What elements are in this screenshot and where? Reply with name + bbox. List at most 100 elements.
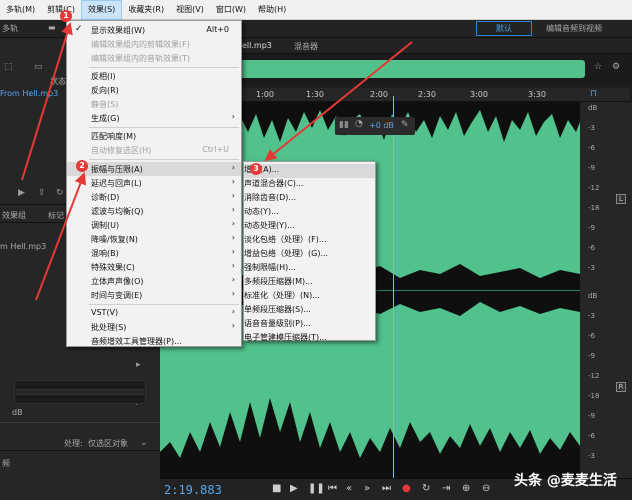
- file-list-item[interactable]: From Hell.mp3: [0, 89, 58, 98]
- db-label: -9: [588, 352, 595, 360]
- effects-dropdown-menu: ✓ 显示效果组(W) Alt+0 编辑效果组内的剪辑效果(F) 编辑效果组内的音…: [66, 20, 242, 347]
- chevron-right-icon: ›: [231, 321, 235, 330]
- menu-item-diagnostics[interactable]: 诊断(D) ›: [67, 190, 241, 204]
- menu-view[interactable]: 视图(V): [170, 0, 210, 20]
- output-meter: [14, 394, 146, 404]
- menu-item-special[interactable]: 特殊效果(C) ›: [67, 260, 241, 274]
- workspace-default-tab[interactable]: 默认: [476, 21, 532, 36]
- db-label: -6: [588, 332, 595, 340]
- pause-icon[interactable]: ❚❚: [308, 483, 325, 494]
- menu-item-vst[interactable]: VST(V) ›: [67, 306, 241, 320]
- menu-multitrack[interactable]: 多轨(M): [0, 0, 41, 20]
- submenu-item-dynamics-processing[interactable]: 动态处理(Y)...: [244, 220, 375, 234]
- go-end-icon[interactable]: ⏭: [382, 483, 391, 494]
- db-scale: dB -3 -6 -9 -12 -18 -9 -6 -3 L dB -3 -6 …: [580, 102, 632, 478]
- submenu-item-channel-mixer[interactable]: 声道混合器(C)...: [244, 178, 375, 192]
- workspace-edit-video-tab[interactable]: 编辑音频到视频: [546, 23, 602, 34]
- menu-item-show-effects-rack[interactable]: ✓ 显示效果组(W) Alt+0: [67, 23, 241, 37]
- menu-item-time-pitch[interactable]: 时间与变调(E) ›: [67, 288, 241, 302]
- import-icon[interactable]: ⬚: [4, 62, 13, 72]
- zoom-out-icon[interactable]: ⊖: [482, 483, 490, 494]
- submenu-item-multiband-compressor[interactable]: 多频段压缩器(M)...: [244, 276, 375, 290]
- tab-effects-rack[interactable]: 效果组: [2, 210, 26, 221]
- hud-volume[interactable]: ▮▮ ◔ +0 dB ✎: [335, 117, 415, 135]
- chevron-right-icon: ›: [231, 247, 235, 256]
- ruler-label: 2:30: [418, 90, 436, 99]
- settings-icon[interactable]: ⚙: [612, 62, 620, 72]
- menu-item-amplitude-compression[interactable]: 振幅与压限(A) ›: [67, 162, 241, 176]
- menu-help[interactable]: 帮助(H): [252, 0, 292, 20]
- level-icon: ▮▮: [339, 120, 349, 130]
- overview-waveform[interactable]: [225, 60, 585, 78]
- menu-item-plugin-manager[interactable]: 音频增效工具管理器(P)...: [67, 334, 241, 348]
- submenu-item-single-band-compressor[interactable]: 单频段压缩器(S)...: [244, 304, 375, 318]
- chevron-right-icon: ›: [231, 205, 235, 214]
- menu-item-stereo-imagery[interactable]: 立体声声像(O) ›: [67, 274, 241, 288]
- play-icon[interactable]: ▶: [18, 188, 25, 198]
- menu-item-invert[interactable]: 反相(I): [67, 69, 241, 83]
- chevron-right-icon: ›: [231, 261, 235, 270]
- menu-item-silence[interactable]: 静音(S): [67, 97, 241, 111]
- loop-icon[interactable]: ↻: [422, 483, 430, 494]
- submenu-item-normalize[interactable]: 标准化（处理）(N)...: [244, 290, 375, 304]
- submenu-item-deesser[interactable]: 消除齿音(D)...: [244, 192, 375, 206]
- submenu-item-tube-compressor[interactable]: 电子管建模压缩器(T)...: [244, 332, 375, 342]
- submenu-item-dynamics[interactable]: 动态(Y)...: [244, 206, 375, 220]
- record-icon[interactable]: ●: [402, 483, 411, 494]
- menu-effects[interactable]: 效果(S): [80, 0, 123, 20]
- channel-left-toggle[interactable]: L: [616, 194, 626, 204]
- pin-icon[interactable]: ✎: [401, 120, 409, 130]
- db-label: -6: [588, 244, 595, 252]
- submenu-item-gain-envelope[interactable]: 增益包络（处理）(G)...: [244, 248, 375, 262]
- menu-item-generate[interactable]: 生成(G) ›: [67, 111, 241, 125]
- menu-item-noise-reduction[interactable]: 降噪/恢复(N) ›: [67, 232, 241, 246]
- ruler-label: 1:00: [256, 90, 274, 99]
- menu-item-filter-eq[interactable]: 滤波与均衡(Q) ›: [67, 204, 241, 218]
- menu-item-delay-echo[interactable]: 延迟与回声(L) ›: [67, 176, 241, 190]
- playhead[interactable]: [393, 96, 394, 486]
- zoom-icon[interactable]: ☆: [594, 62, 602, 72]
- menu-favorites[interactable]: 收藏夹(R): [122, 0, 170, 20]
- chevron-right-icon[interactable]: ▸: [136, 360, 141, 370]
- zoom-in-icon[interactable]: ⊕: [462, 483, 470, 494]
- menu-item-batch[interactable]: 批处理(S) ›: [67, 320, 241, 334]
- menu-window[interactable]: 窗口(W): [210, 0, 252, 20]
- tab-markers[interactable]: 标记: [48, 210, 64, 221]
- mix-slider[interactable]: [0, 422, 160, 423]
- multitrack-view-button[interactable]: 多轨: [2, 23, 18, 34]
- skip-icon[interactable]: ⇥: [442, 483, 450, 494]
- volume-knob-icon[interactable]: ◔: [355, 119, 363, 129]
- process-label: 处理:: [64, 439, 83, 448]
- submenu-item-speech-volume-leveler[interactable]: 语音音量级别(P)...: [244, 318, 375, 332]
- step-badge: 1: [60, 10, 72, 22]
- db-label: -12: [588, 184, 600, 192]
- menu-item-edit-clip-effects[interactable]: 编辑效果组内的剪辑效果(F): [67, 37, 241, 51]
- menu-item-modulation[interactable]: 调制(U) ›: [67, 218, 241, 232]
- waveform-view-icon[interactable]: ▬: [48, 23, 56, 32]
- editor-tab-mixer[interactable]: 混音器: [294, 41, 318, 52]
- export-icon[interactable]: ⇪: [38, 188, 46, 198]
- menu-item-auto-heal[interactable]: 自动修复选区(H) Ctrl+U: [67, 143, 241, 157]
- channel-right-toggle[interactable]: R: [616, 382, 626, 392]
- submenu-item-fade-envelope[interactable]: 淡化包络（处理）(F)...: [244, 234, 375, 248]
- chevron-right-icon: ›: [231, 307, 235, 316]
- loop-icon[interactable]: ↻: [56, 188, 64, 198]
- chevron-down-icon[interactable]: ⌄: [140, 438, 148, 448]
- stop-icon[interactable]: ■: [272, 483, 281, 494]
- bottom-panel-tab[interactable]: 频: [2, 458, 10, 469]
- snap-icon[interactable]: ⊓: [590, 89, 597, 99]
- hud-volume-value: +0 dB: [369, 121, 394, 130]
- menu-item-edit-track-effects[interactable]: 编辑效果组内的音轨效果(T): [67, 51, 241, 65]
- menu-item-reverse[interactable]: 反向(R): [67, 83, 241, 97]
- play-icon[interactable]: ▶: [290, 483, 298, 494]
- rewind-icon[interactable]: «: [346, 483, 352, 494]
- submenu-item-hard-limiter[interactable]: 强制限幅(H)...: [244, 262, 375, 276]
- submenu-item-amplify[interactable]: 增幅(A)...: [244, 164, 375, 178]
- process-select[interactable]: 仅选区对象: [88, 438, 128, 449]
- fast-forward-icon[interactable]: »: [364, 483, 370, 494]
- menu-item-reverb[interactable]: 混响(B) ›: [67, 246, 241, 260]
- folder-icon[interactable]: ▭: [34, 62, 43, 72]
- editor-tab-file[interactable]: ell.mp3: [242, 41, 272, 50]
- menu-item-match-loudness[interactable]: 匹配响度(M): [67, 129, 241, 143]
- go-start-icon[interactable]: ⏮: [328, 483, 337, 494]
